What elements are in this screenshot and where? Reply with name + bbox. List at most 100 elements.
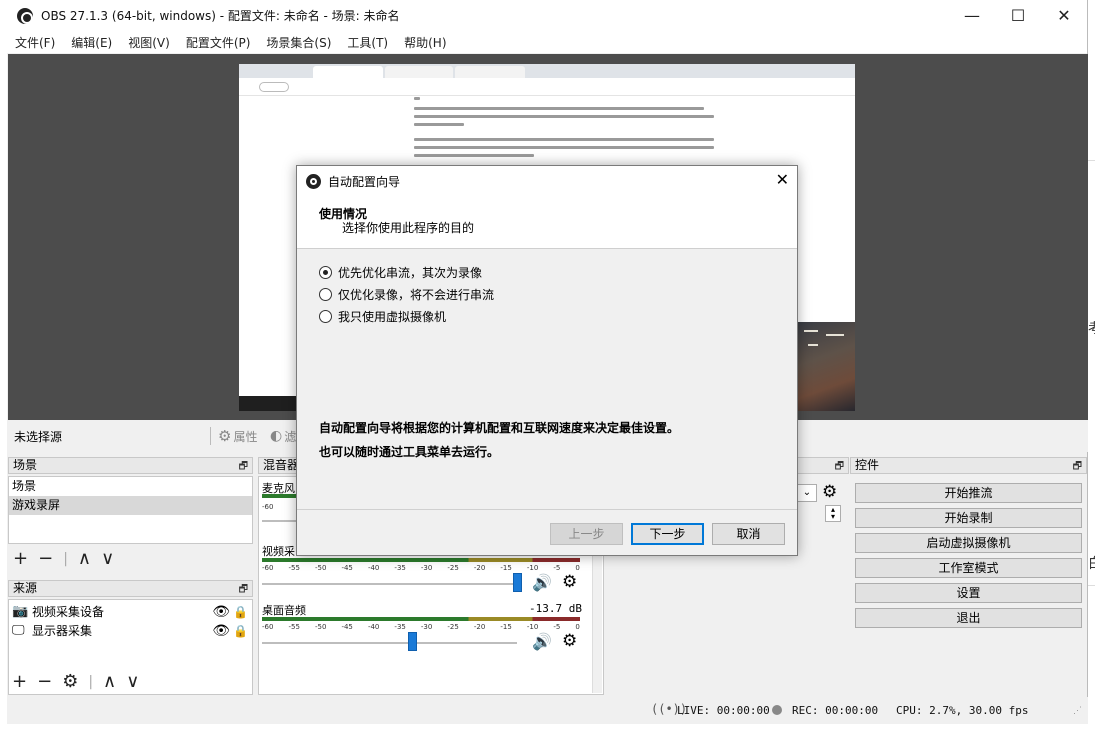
divider — [1088, 585, 1095, 586]
cancel-button[interactable]: 取消 — [712, 523, 785, 545]
menu-bar: 文件(F) 编辑(E) 视图(V) 配置文件(P) 场景集合(S) 工具(T) … — [7, 31, 1087, 53]
filters-button[interactable]: ◐ 滤 — [270, 428, 296, 445]
option-stream[interactable]: 优先优化串流，其次为录像 — [319, 264, 482, 281]
captured-tab — [313, 66, 383, 78]
list-item[interactable]: 🖵 显示器采集 👁 🔒 — [12, 621, 250, 640]
dialog-title-bar: 自动配置向导 ✕ — [297, 166, 797, 196]
next-button[interactable]: 下一步 — [631, 523, 704, 545]
radio-button[interactable] — [319, 310, 332, 323]
transition-select[interactable]: ⌄ — [797, 484, 817, 502]
duration-stepper[interactable]: ▴ ▾ — [825, 505, 841, 522]
scale-tick: -25 — [447, 564, 459, 572]
sources-title: 来源 — [13, 581, 38, 595]
dialog-close-button[interactable]: ✕ — [776, 170, 789, 189]
scale-tick: -60 — [262, 503, 274, 511]
volume-slider-handle[interactable] — [408, 632, 417, 651]
studio-mode-button[interactable]: 工作室模式 — [855, 558, 1082, 578]
gear-icon[interactable]: ⚙ — [62, 671, 78, 692]
scale-tick: -55 — [288, 564, 300, 572]
float-dock-icon[interactable]: 🗗 — [239, 459, 248, 474]
start-virtual-camera-button[interactable]: 启动虚拟摄像机 — [855, 533, 1082, 553]
scale-tick: -40 — [367, 564, 380, 572]
float-dock-icon[interactable]: 🗗 — [835, 459, 844, 474]
lock-icon[interactable]: 🔒 — [233, 624, 248, 638]
float-dock-icon[interactable]: 🗗 — [1073, 459, 1082, 474]
title-bar: OBS 27.1.3 (64-bit, windows) - 配置文件: 未命名… — [7, 0, 1087, 31]
start-streaming-button[interactable]: 开始推流 — [855, 483, 1082, 503]
volume-meter — [262, 617, 580, 621]
volume-level: -13.7 dB — [529, 602, 582, 615]
eye-icon[interactable]: 👁 — [212, 604, 230, 620]
scale-tick: -15 — [500, 564, 512, 572]
volume-slider[interactable] — [262, 583, 517, 585]
captured-tab — [385, 66, 453, 78]
scenes-toolbar: + − | ∧ ∨ — [13, 548, 124, 569]
source-label: 视频采集设备 — [32, 605, 105, 619]
remove-icon[interactable]: − — [38, 548, 53, 569]
scale-tick: -45 — [341, 564, 353, 572]
sources-dock-header: 来源 🗗 — [8, 580, 253, 597]
move-up-icon[interactable]: ∧ — [103, 671, 116, 692]
speaker-icon[interactable]: 🔊 — [532, 632, 552, 651]
gear-icon[interactable]: ⚙ — [562, 631, 577, 651]
volume-slider[interactable] — [262, 642, 517, 644]
desktop-background — [1088, 0, 1095, 730]
captured-taskbar — [239, 396, 299, 411]
captured-text — [414, 115, 714, 118]
dialog-title: 自动配置向导 — [328, 174, 401, 189]
menu-scene-collection[interactable]: 场景集合(S) — [266, 34, 331, 51]
background-glyph: 考 — [1088, 318, 1095, 338]
scale-tick: -30 — [420, 564, 433, 572]
maximize-button[interactable]: ☐ — [995, 0, 1041, 31]
remove-icon[interactable]: − — [37, 671, 52, 692]
menu-help[interactable]: 帮助(H) — [404, 34, 446, 51]
list-item[interactable]: 📷 视频采集设备 👁 🔒 — [12, 602, 250, 621]
menu-file[interactable]: 文件(F) — [15, 34, 55, 51]
float-dock-icon[interactable]: 🗗 — [239, 582, 248, 597]
close-button[interactable]: ✕ — [1041, 0, 1087, 31]
speaker-icon[interactable]: 🔊 — [532, 573, 552, 592]
resize-grip-icon[interactable]: ⋰ — [1073, 706, 1082, 716]
list-item[interactable]: 游戏录屏 — [9, 496, 252, 515]
page-subheading: 选择你使用此程序的目的 — [342, 221, 475, 235]
gear-icon[interactable]: ⚙ — [562, 572, 577, 592]
exit-button[interactable]: 退出 — [855, 608, 1082, 628]
properties-button[interactable]: ⚙ 属性 — [218, 427, 257, 445]
controls-dock-header: 控件 🗗 — [850, 457, 1087, 474]
scale-tick: -5 — [553, 623, 561, 631]
move-down-icon[interactable]: ∨ — [101, 548, 114, 569]
gear-icon: ⚙ — [218, 427, 232, 445]
volume-slider-handle[interactable] — [513, 573, 522, 592]
move-down-icon[interactable]: ∨ — [126, 671, 139, 692]
lock-icon[interactable]: 🔒 — [233, 605, 248, 619]
start-recording-button[interactable]: 开始录制 — [855, 508, 1082, 528]
radio-button[interactable] — [319, 266, 332, 279]
menu-tools[interactable]: 工具(T) — [347, 34, 388, 51]
option-label: 优先优化串流，其次为录像 — [338, 266, 483, 280]
menu-edit[interactable]: 编辑(E) — [71, 34, 112, 51]
scale-tick: -15 — [500, 623, 512, 631]
add-icon[interactable]: + — [13, 548, 28, 569]
option-virtual-camera[interactable]: 我只使用虚拟摄像机 — [319, 308, 446, 325]
minimize-button[interactable]: — — [949, 0, 995, 31]
properties-label: 属性 — [233, 429, 258, 444]
eye-icon[interactable]: 👁 — [212, 623, 230, 639]
info-text: 也可以随时通过工具菜单去运行。 — [319, 445, 500, 459]
add-icon[interactable]: + — [12, 671, 27, 692]
list-item[interactable]: 场景 — [9, 477, 252, 496]
radio-button[interactable] — [319, 288, 332, 301]
scale-tick: -35 — [394, 564, 406, 572]
scale-tick: -25 — [447, 623, 459, 631]
camera-icon: 📷 — [12, 604, 29, 619]
menu-profile[interactable]: 配置文件(P) — [186, 34, 251, 51]
scale-tick: -5 — [553, 564, 561, 572]
transitions-dock-header: 🗗 — [797, 457, 849, 474]
menu-view[interactable]: 视图(V) — [128, 34, 170, 51]
settings-button[interactable]: 设置 — [855, 583, 1082, 603]
option-record[interactable]: 仅优化录像，将不会进行串流 — [319, 286, 494, 303]
move-up-icon[interactable]: ∧ — [78, 548, 91, 569]
divider: | — [88, 673, 94, 690]
channel-name: 桌面音频 — [262, 604, 306, 617]
gear-icon[interactable]: ⚙ — [822, 482, 837, 502]
back-button[interactable]: 上一步 — [550, 523, 623, 545]
